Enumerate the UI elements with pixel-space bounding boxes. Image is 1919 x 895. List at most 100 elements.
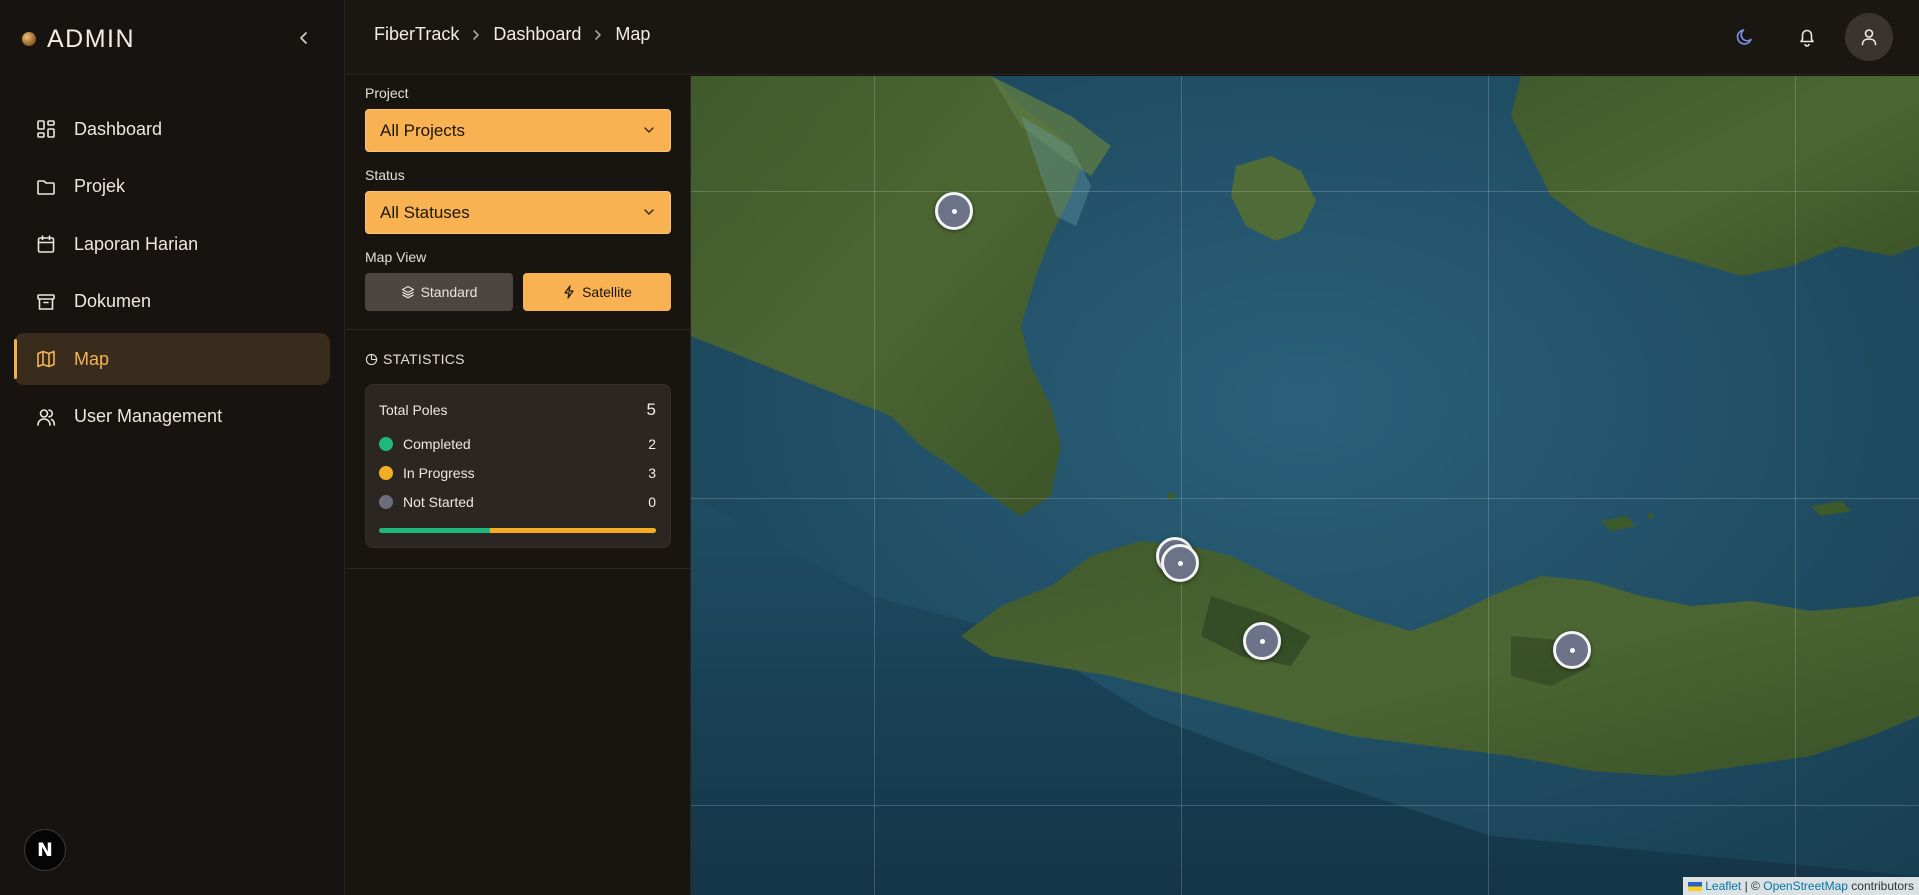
grid-line <box>1181 76 1182 895</box>
in-progress-dot-icon <box>379 466 393 480</box>
ukraine-flag-icon <box>1688 881 1703 891</box>
status-progress-bar <box>379 528 656 533</box>
user-menu-button[interactable] <box>1845 13 1893 61</box>
satellite-view-label: Satellite <box>582 284 632 300</box>
total-poles-value: 5 <box>646 400 656 419</box>
filter-panel: Project All Projects Status All Statuses… <box>346 76 691 895</box>
stat-row-not-started: Not Started 0 <box>379 492 656 512</box>
chevron-right-icon <box>471 28 481 42</box>
chevron-right-icon <box>593 28 603 42</box>
sidebar-item-label: User Management <box>74 406 223 426</box>
sidebar-item-user-management[interactable]: User Management <box>14 391 330 443</box>
pole-marker[interactable] <box>1161 544 1199 582</box>
notifications-button[interactable] <box>1783 13 1831 61</box>
stat-label: In Progress <box>403 465 475 481</box>
sidebar-item-map[interactable]: Map <box>14 333 330 385</box>
statistics-card: Total Poles 5 Completed 2 In Progress 3 … <box>365 384 671 548</box>
satellite-view-button[interactable]: Satellite <box>523 273 671 311</box>
sidebar: ADMIN Dashboard Projek Laporan Harian Do… <box>0 0 345 895</box>
lightning-icon <box>564 285 574 299</box>
total-poles-label: Total Poles <box>379 402 448 418</box>
status-select-value: All Statuses <box>380 202 470 222</box>
sidebar-item-label: Dashboard <box>74 118 163 139</box>
stat-label: Not Started <box>403 494 474 510</box>
sidebar-item-label: Map <box>74 348 110 369</box>
map-attribution: Leaflet | © OpenStreetMap contributors <box>1683 877 1919 895</box>
grid-line <box>691 498 1919 499</box>
status-select[interactable]: All Statuses <box>365 191 671 234</box>
chevron-left-icon <box>300 32 307 44</box>
breadcrumb-item-map: Map <box>615 24 651 44</box>
stat-value: 2 <box>648 436 656 452</box>
sidebar-item-projek[interactable]: Projek <box>14 161 330 213</box>
not-started-dot-icon <box>379 495 393 509</box>
nextjs-logo-icon[interactable]: N <box>24 829 66 871</box>
calendar-icon <box>34 232 58 256</box>
openstreetmap-link[interactable]: OpenStreetMap <box>1763 879 1848 893</box>
sidebar-item-dashboard[interactable]: Dashboard <box>14 103 330 155</box>
stat-row-completed: Completed 2 <box>379 434 656 454</box>
stat-row-in-progress: In Progress 3 <box>379 463 656 483</box>
sidebar-item-label: Laporan Harian <box>74 233 199 254</box>
pole-marker[interactable] <box>935 192 973 230</box>
project-label: Project <box>365 85 409 101</box>
breadcrumb-item-dashboard[interactable]: Dashboard <box>493 24 581 45</box>
brand-logo-icon <box>22 32 36 46</box>
completed-dot-icon <box>379 437 393 451</box>
brand: ADMIN <box>22 22 135 56</box>
project-select-value: All Projects <box>380 120 466 140</box>
panel-divider <box>346 329 690 330</box>
satellite-imagery <box>691 76 1919 895</box>
pole-marker[interactable] <box>1243 622 1281 660</box>
sidebar-item-dokumen[interactable]: Dokumen <box>14 276 330 328</box>
brand-name: ADMIN <box>47 24 136 53</box>
marker-dot-icon <box>1569 647 1575 653</box>
project-select[interactable]: All Projects <box>365 109 671 152</box>
stat-value: 3 <box>648 465 656 481</box>
statistics-heading: STATISTICS <box>365 351 465 367</box>
sidebar-item-label: Projek <box>74 176 126 196</box>
dashboard-icon <box>34 117 58 141</box>
theme-toggle-button[interactable] <box>1721 13 1769 61</box>
leaflet-link[interactable]: Leaflet <box>1705 879 1741 893</box>
grid-line <box>1488 76 1489 895</box>
status-label: Status <box>365 167 405 183</box>
grid-line <box>691 805 1919 806</box>
panel-divider <box>346 568 690 569</box>
sidebar-nav: Dashboard Projek Laporan Harian Dokumen … <box>14 103 330 448</box>
layers-icon <box>401 285 414 299</box>
chevron-down-icon <box>644 209 654 215</box>
standard-view-button[interactable]: Standard <box>365 273 513 311</box>
folder-icon <box>34 175 58 199</box>
attribution-separator: | © <box>1744 879 1760 893</box>
sidebar-item-laporan-harian[interactable]: Laporan Harian <box>14 218 330 270</box>
stat-label: Completed <box>403 436 471 452</box>
user-icon <box>1861 29 1877 46</box>
grid-line <box>1795 76 1796 895</box>
marker-dot-icon <box>1177 560 1183 566</box>
users-icon <box>34 405 58 429</box>
statistics-title: STATISTICS <box>383 351 465 367</box>
bell-icon <box>1800 29 1814 47</box>
archive-icon <box>34 290 58 314</box>
pie-chart-icon <box>365 353 378 365</box>
collapse-sidebar-button[interactable] <box>292 24 316 52</box>
marker-dot-icon <box>1259 638 1265 644</box>
moon-icon <box>1736 29 1752 45</box>
map-view-label: Map View <box>365 249 427 265</box>
progress-completed-segment <box>379 528 490 533</box>
standard-view-label: Standard <box>420 284 478 300</box>
grid-line <box>874 76 875 895</box>
pole-marker[interactable] <box>1553 631 1591 669</box>
topbar: FiberTrack Dashboard Map <box>346 0 1919 75</box>
sidebar-item-label: Dokumen <box>74 291 152 311</box>
stat-value: 0 <box>648 494 656 510</box>
attribution-suffix: contributors <box>1851 879 1914 893</box>
breadcrumb-item-fibertrack[interactable]: FiberTrack <box>374 24 459 45</box>
map-icon <box>34 347 58 371</box>
progress-in-progress-segment <box>489 528 656 533</box>
map-view[interactable]: Leaflet | © OpenStreetMap contributors <box>691 76 1919 895</box>
grid-line <box>691 191 1919 192</box>
top-actions <box>1707 13 1893 61</box>
chevron-down-icon <box>644 127 654 133</box>
